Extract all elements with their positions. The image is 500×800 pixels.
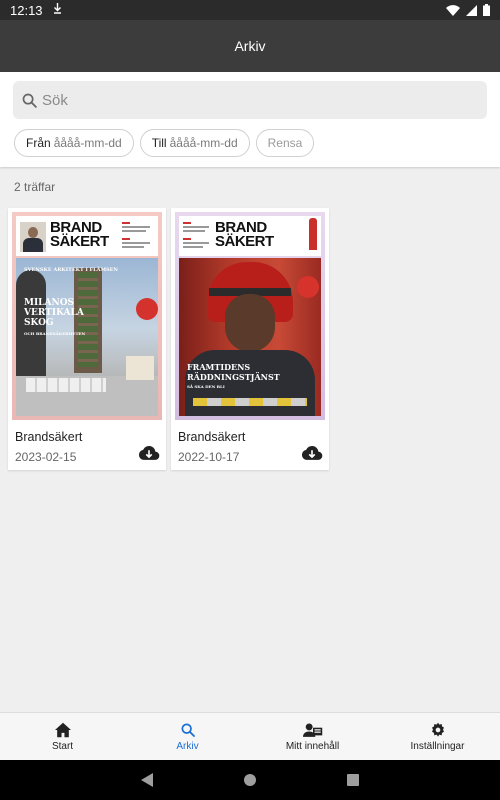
home-circle-icon[interactable]: [243, 773, 257, 787]
issue-card[interactable]: BRAND SÄKERT SVENSKE ARKITEKT I FLÄMSEN …: [8, 208, 166, 470]
nav-label: Start: [51, 740, 74, 752]
nav-label: Arkiv: [176, 740, 199, 752]
nav-installningar[interactable]: Inställningar: [375, 713, 500, 760]
cover-brand-bottom: SÄKERT: [215, 233, 274, 250]
recents-icon[interactable]: [347, 774, 359, 786]
download-status-icon: [53, 3, 62, 17]
cover-headline-1: MILANOS: [24, 298, 75, 308]
profile-content-icon: [302, 722, 322, 737]
cover-headline-2: VERTIKALA: [24, 308, 84, 318]
clear-filters-button[interactable]: Rensa: [255, 129, 315, 157]
system-nav-bar: [0, 760, 500, 800]
cover-badge: [136, 298, 158, 320]
page-title: Arkiv: [234, 38, 266, 54]
download-icon[interactable]: [301, 443, 323, 463]
to-date-placeholder: åååå-mm-dd: [169, 136, 238, 150]
wifi-icon: [446, 4, 460, 16]
nav-label: Inställningar: [410, 740, 465, 752]
gear-icon: [431, 722, 444, 737]
nav-label: Mitt innehåll: [285, 740, 340, 752]
issue-date: 2023-02-15: [15, 450, 77, 464]
search-box[interactable]: [13, 81, 487, 119]
cover-brand-bottom: SÄKERT: [50, 233, 109, 250]
from-date-placeholder: åååå-mm-dd: [53, 136, 122, 150]
to-date-label: Till: [151, 136, 167, 150]
cover-headline-2: RÄDDNINGSTJÄNST: [187, 372, 280, 382]
download-icon[interactable]: [138, 443, 160, 463]
results-count: 2 träffar: [14, 180, 56, 194]
to-date-chip[interactable]: Till åååå-mm-dd: [139, 129, 250, 157]
issue-cover[interactable]: BRAND SÄKERT FRAMTIDENS RÄDDNINGSTJÄNST …: [175, 212, 325, 420]
search-panel: Från åååå-mm-dd Till åååå-mm-dd Rensa: [0, 72, 500, 167]
cover-headline-3: SKOG: [24, 318, 54, 328]
issue-cover[interactable]: BRAND SÄKERT SVENSKE ARKITEKT I FLÄMSEN …: [12, 212, 162, 420]
cover-subline: SÅ SKA DEN BLI: [187, 384, 225, 389]
portrait-thumb: [20, 222, 46, 252]
issue-title: Brandsäkert: [15, 430, 83, 444]
search-input[interactable]: [42, 91, 462, 109]
signal-icon: [466, 4, 477, 16]
cover-headline-1: FRAMTIDENS: [187, 362, 251, 372]
from-date-label: Från: [26, 136, 51, 150]
extinguisher-illustration: [309, 218, 317, 250]
status-icons: [446, 4, 490, 16]
bottom-nav: Start Arkiv Mitt innehåll Inställningar: [0, 712, 500, 760]
battery-icon: [483, 4, 490, 16]
cover-photo: [179, 258, 321, 416]
search-icon: [22, 93, 37, 108]
home-icon: [54, 722, 71, 737]
nav-start[interactable]: Start: [0, 713, 125, 760]
nav-arkiv[interactable]: Arkiv: [125, 713, 250, 760]
issue-title: Brandsäkert: [178, 430, 246, 444]
search-icon: [180, 722, 195, 737]
issue-card[interactable]: BRAND SÄKERT FRAMTIDENS RÄDDNINGSTJÄNST …: [171, 208, 329, 470]
app-bar: Arkiv: [0, 20, 500, 72]
cover-teasers: [122, 222, 154, 252]
nav-mitt-innehall[interactable]: Mitt innehåll: [250, 713, 375, 760]
cover-subline: OCH BRANDSÄKERHETEN: [24, 331, 86, 336]
date-filters: Från åååå-mm-dd Till åååå-mm-dd Rensa: [14, 129, 315, 157]
cover-kicker: SVENSKE ARKITEKT I FLÄMSEN: [24, 267, 118, 273]
cover-teasers: [183, 222, 211, 252]
issue-date: 2022-10-17: [178, 450, 240, 464]
from-date-chip[interactable]: Från åååå-mm-dd: [14, 129, 134, 157]
back-icon[interactable]: [141, 773, 153, 787]
status-bar: 12:13: [0, 0, 500, 20]
status-time: 12:13: [10, 2, 43, 18]
